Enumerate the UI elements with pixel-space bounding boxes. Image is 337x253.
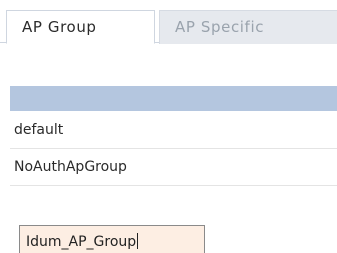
list-item-default[interactable]: default <box>10 112 337 149</box>
ap-group-name-input[interactable]: Idum_AP_Group <box>19 225 205 253</box>
tab-ap-group[interactable]: AP Group <box>6 10 155 44</box>
list-item-noauthapgroup[interactable]: NoAuthApGroup <box>10 149 337 186</box>
list-item-label: default <box>14 122 64 138</box>
tab-bar: AP Group AP Specific <box>0 0 337 44</box>
ap-group-panel: AP Group AP Specific default NoAuthApGro… <box>0 0 337 253</box>
text-caret <box>137 233 139 249</box>
list-item-label: NoAuthApGroup <box>14 159 127 175</box>
list-header-bar <box>10 86 337 111</box>
tab-ap-group-label: AP Group <box>22 18 97 36</box>
tab-ap-specific[interactable]: AP Specific <box>159 10 337 44</box>
ap-group-name-input-value: Idum_AP_Group <box>26 234 137 250</box>
tab-ap-specific-label: AP Specific <box>175 18 265 36</box>
